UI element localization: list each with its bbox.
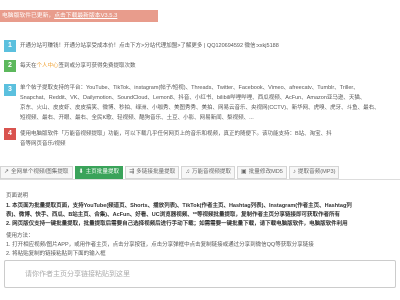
notice-3-line: 短视频、最右、开眼、最右、全民K歌、轻视频、酷狗音乐、土豆、小影、网易新闻、梨视… <box>20 115 254 121</box>
image-icon: ▣ <box>241 169 247 175</box>
personal-center-link[interactable]: 个人中心 <box>37 63 59 69</box>
update-banner: 电脑版软件已更新，点击下载最新版本V3.5.3 <box>0 10 158 22</box>
tab-label: 万能音视频提取 <box>191 169 232 175</box>
section-title: 页面说明 <box>6 193 29 199</box>
notice-number-1: 1 <box>4 40 16 52</box>
tab-label: 多链接批量提取 <box>136 169 176 175</box>
section-desc-line: 1. 本页面为批量提取页面，支持YouTube(频道页、Shorts、播放列表)… <box>6 203 352 209</box>
section-desc-line: 表)、微博、快手、西瓜、B站主页、合集)、AcFun、好看、UC浏览器视频、**… <box>6 212 340 218</box>
tab-label: 主页批量提取 <box>85 169 120 175</box>
notice-2-text: 每天在个人中心签到或分享可获得免费提取次数 <box>20 62 400 70</box>
download-icon: ⬇ <box>78 169 84 175</box>
notice-number-3: 3 <box>4 84 16 96</box>
usage-line: 1. 打开相应视频/图片APP，或用作者主页，点击分享按钮，点击分享弹框中点击复… <box>6 242 314 248</box>
tab-single-extract[interactable]: ↗ 全网单个视频/图集提取 <box>0 166 73 179</box>
tab-label: 全网单个视频/图集提取 <box>11 169 69 175</box>
banner-text: 电脑版软件已更新， <box>2 13 55 19</box>
section-desc-line: 2. 网页版仅支持一键批量提取，批量提取后需要自己选择视频后进行手动下载；如需需… <box>6 221 348 227</box>
tab-homepage-batch[interactable]: ⬇ 主页批量提取 <box>74 166 124 179</box>
tool-tabs: ↗ 全网单个视频/图集提取 ⬇ 主页批量提取 ⇶ 多链接批量提取 ♫ 万能音视频提取 ▣… <box>0 166 400 180</box>
notice-3-line: 单个帖子提取支持的平台：YouTube、TikTok、instagram(帖子/… <box>20 85 359 91</box>
usage-title: 使用方法： <box>6 233 34 239</box>
share-icon: ↗ <box>4 169 10 175</box>
notice-number-4: 4 <box>4 128 16 140</box>
tab-universal-av[interactable]: ♫ 万能音视频提取 <box>181 166 236 179</box>
share-link-input[interactable]: 请你作者主页分享链接粘贴到这里 <box>4 260 396 288</box>
tab-extract-audio[interactable]: ♪ 提取音频(MP3) <box>288 166 340 179</box>
link-icon: ⇶ <box>129 169 135 175</box>
notice-3-line: Snapchat、Reddit、VK、Dailymotion、SoundClou… <box>20 95 366 101</box>
notice-4-line: 音等网页音乐/视频 <box>20 141 66 147</box>
notice-2-after: 签到或分享可获得免费提取次数 <box>58 63 136 69</box>
notice-2-before: 每天在 <box>20 63 37 69</box>
tab-label: 提取音频(MP3) <box>297 169 336 175</box>
notice-1-text: 开通分站可赚钱！开通分站享受成本价！点击下方>分站代理加盟>了解更多 | QQ1… <box>20 43 279 49</box>
tab-multi-link[interactable]: ⇶ 多链接批量提取 <box>125 166 180 179</box>
usage-line: 2. 将粘贴复制的链接粘贴到下面的输入框 <box>6 251 106 257</box>
tab-batch-md5[interactable]: ▣ 批量修改MD5 <box>237 166 287 179</box>
tab-label: 批量修改MD5 <box>248 169 283 175</box>
notice-3-line: 京东、火山、皮皮虾、皮皮搞笑、微博、秒拍、绿洲、小咖秀、美图秀秀、美拍、网易云音… <box>20 105 380 111</box>
download-latest-link[interactable]: 点击下载最新版本V3.5.3 <box>54 13 117 19</box>
audio-icon: ♪ <box>292 169 296 175</box>
notice-4-line: 使用电脑版软件「万能音视频提取」功能，可以下载几乎任何网页上的音乐和视频，真正的… <box>20 131 332 137</box>
music-icon: ♫ <box>185 169 190 175</box>
notice-number-2: 2 <box>4 60 16 72</box>
